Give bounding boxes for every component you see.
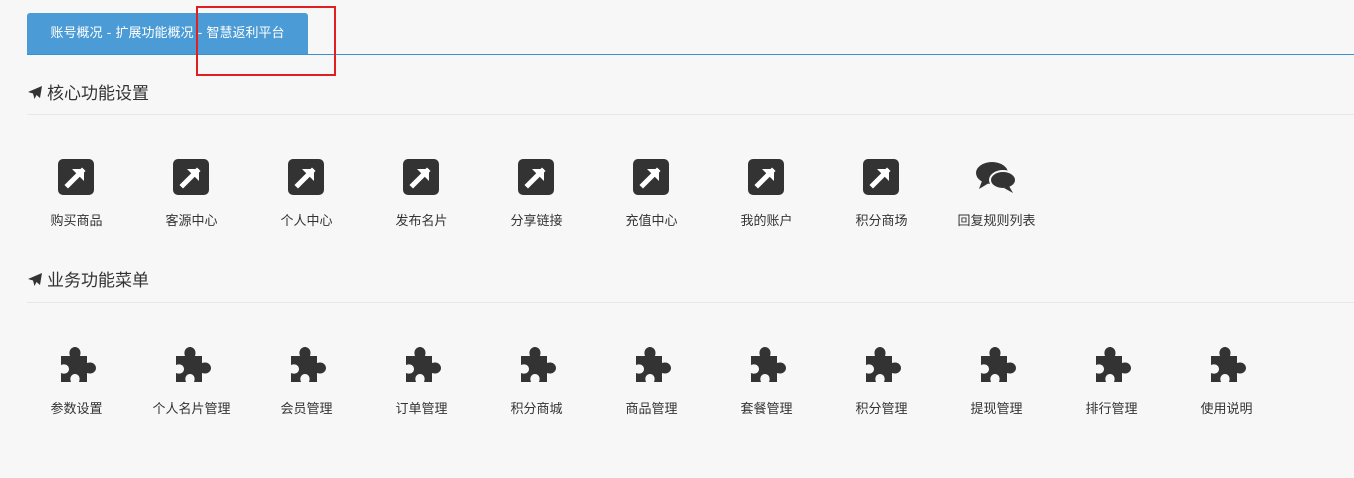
menu-item-label: 使用说明 [1200,402,1253,417]
menu-item[interactable]: 充值中心 [594,158,709,248]
puzzle-icon [977,346,1016,384]
core-function-grid: 购买商品 客源中心 个人中心 发布名片 分享链接 充值中心 我的账户 积分商场 回复规则列表 [19,158,1054,248]
menu-item-label: 分享链接 [510,214,563,229]
menu-item[interactable]: 积分管理 [824,346,939,436]
external-link-icon [172,158,210,196]
puzzle-icon [632,346,671,384]
menu-item[interactable]: 商品管理 [594,346,709,436]
menu-item[interactable]: 排行管理 [1054,346,1169,436]
comments-icon [974,158,1017,196]
menu-item-label: 订单管理 [395,402,448,417]
core-section-title: 核心功能设置 [27,82,1354,106]
menu-item-label: 积分商场 [855,214,908,229]
menu-item-label: 发布名片 [395,214,448,229]
menu-item[interactable]: 客源中心 [134,158,249,248]
core-section-divider [27,114,1354,115]
menu-item-label: 个人名片管理 [152,402,231,417]
puzzle-icon [1207,346,1246,384]
menu-item-label: 套餐管理 [740,402,793,417]
external-link-icon [57,158,95,196]
puzzle-icon [402,346,441,384]
menu-item-label: 会员管理 [280,402,333,417]
menu-item[interactable]: 回复规则列表 [939,158,1054,248]
highlight-box [196,6,336,76]
menu-item-label: 购买商品 [50,214,103,229]
menu-item-label: 商品管理 [625,402,678,417]
menu-item[interactable]: 积分商城 [479,346,594,436]
menu-item[interactable]: 订单管理 [364,346,479,436]
puzzle-icon [1092,346,1131,384]
menu-item-label: 参数设置 [50,402,103,417]
menu-item[interactable]: 个人中心 [249,158,364,248]
puzzle-icon [287,346,326,384]
menu-item[interactable]: 套餐管理 [709,346,824,436]
menu-item[interactable]: 会员管理 [249,346,364,436]
external-link-icon [632,158,670,196]
external-link-icon [517,158,555,196]
menu-item[interactable]: 分享链接 [479,158,594,248]
menu-item-label: 充值中心 [625,214,678,229]
puzzle-icon [517,346,556,384]
menu-item[interactable]: 购买商品 [19,158,134,248]
menu-item[interactable]: 参数设置 [19,346,134,436]
menu-item-label: 排行管理 [1085,402,1138,417]
menu-item-label: 积分管理 [855,402,908,417]
menu-item[interactable]: 积分商场 [824,158,939,248]
menu-item-label: 客源中心 [165,214,218,229]
menu-item-label: 积分商城 [510,402,563,417]
business-section-title: 业务功能菜单 [27,269,1354,293]
menu-item[interactable]: 使用说明 [1169,346,1284,436]
menu-item[interactable]: 我的账户 [709,158,824,248]
business-section-title-text: 业务功能菜单 [47,271,149,291]
menu-item[interactable]: 发布名片 [364,158,479,248]
business-section-divider [27,302,1354,303]
business-menu-grid: 参数设置 个人名片管理 会员管理 订单管理 积分商城 商品管理 套餐管理 积分管理 提现管理 排行… [19,346,1284,436]
external-link-icon [747,158,785,196]
menu-item[interactable]: 个人名片管理 [134,346,249,436]
menu-item-label: 提现管理 [970,402,1023,417]
menu-item[interactable]: 提现管理 [939,346,1054,436]
puzzle-icon [862,346,901,384]
puzzle-icon [172,346,211,384]
plane-icon [28,273,42,286]
menu-item-label: 回复规则列表 [957,214,1036,229]
puzzle-icon [747,346,786,384]
menu-item-label: 我的账户 [740,214,793,229]
core-section-title-text: 核心功能设置 [47,84,149,104]
menu-item-label: 个人中心 [280,214,333,229]
external-link-icon [862,158,900,196]
external-link-icon [287,158,325,196]
puzzle-icon [57,346,96,384]
external-link-icon [402,158,440,196]
plane-icon [28,86,42,99]
